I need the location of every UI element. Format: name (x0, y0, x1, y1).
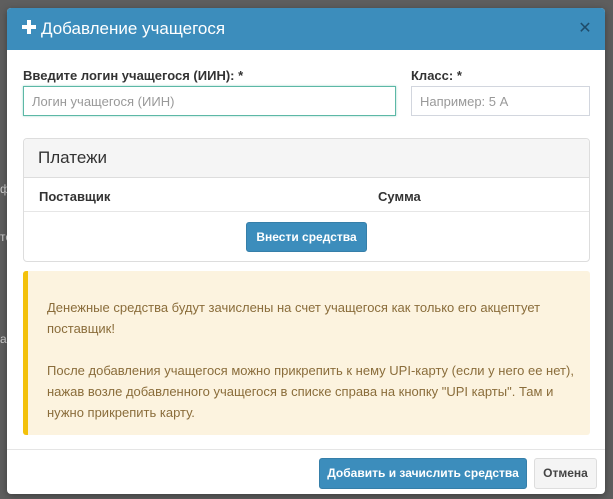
class-input[interactable] (411, 86, 590, 116)
add-funds-button[interactable]: Внести средства (246, 222, 367, 252)
table-divider (24, 211, 589, 212)
modal-footer: Добавить и зачислить средства Отмена (7, 449, 605, 494)
submit-button[interactable]: Добавить и зачислить средства (319, 458, 527, 489)
plus-icon (22, 20, 36, 34)
payments-panel-heading: Платежи (24, 139, 589, 178)
cancel-button[interactable]: Отмена (534, 458, 597, 489)
add-student-modal: Добавление учащегося ✕ Введите логин уча… (7, 8, 605, 494)
info-alert: Денежные средства будут зачислены на сче… (23, 271, 590, 435)
modal-header: Добавление учащегося ✕ (7, 8, 605, 50)
payments-panel: Платежи Поставщик Сумма Внести средства (23, 138, 590, 262)
close-icon[interactable]: ✕ (577, 21, 593, 37)
column-header-supplier: Поставщик (39, 189, 111, 204)
payments-title: Платежи (38, 148, 107, 167)
alert-paragraph: После добавления учащегося можно прикреп… (47, 363, 574, 420)
login-input[interactable] (23, 86, 396, 116)
login-label: Введите логин учащегося (ИИН): * (23, 68, 244, 83)
modal-title: Добавление учащегося (41, 19, 226, 38)
alert-paragraph: Денежные средства будут зачислены на сче… (47, 300, 541, 336)
class-label: Класс: * (411, 68, 462, 83)
column-header-amount: Сумма (378, 189, 421, 204)
